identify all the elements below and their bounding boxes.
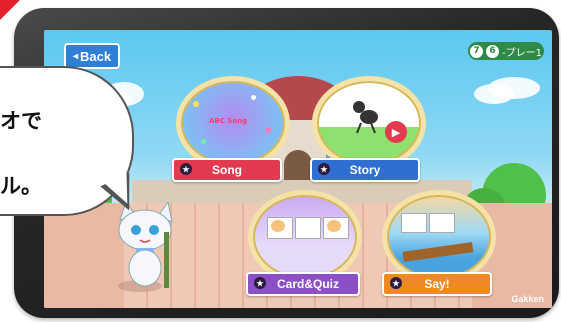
- story-thumbnail: ▶: [312, 76, 426, 170]
- ant-character-icon: [353, 101, 378, 134]
- page-indicator-suffix: -プレー1: [502, 47, 542, 59]
- unit-number: 7: [470, 44, 483, 58]
- page-indicator: 7 6 -プレー1: [468, 42, 544, 60]
- back-button-label: Back: [79, 48, 112, 64]
- say-thumbnail: [382, 190, 496, 284]
- card-quiz-button[interactable]: ★ Card&Quiz: [246, 272, 360, 296]
- song-thumbnail: ABC Song: [176, 76, 290, 170]
- card-quiz-label: Card&Quiz: [276, 277, 339, 291]
- lesson-number: 6: [486, 44, 499, 58]
- bubble-text-line1: オで: [0, 109, 42, 133]
- star-icon: ★: [180, 163, 192, 175]
- story-button[interactable]: ★ Story: [310, 158, 420, 182]
- play-icon: ▶: [385, 121, 407, 143]
- song-thumb-text: ABC Song: [209, 117, 248, 125]
- song-label: Song: [212, 163, 242, 177]
- song-button[interactable]: ★ Song: [172, 158, 282, 182]
- say-label: Say!: [424, 277, 450, 291]
- star-icon: ★: [254, 277, 266, 289]
- back-button[interactable]: ◂ Back: [64, 43, 120, 69]
- cat-mascot-icon: [118, 202, 173, 292]
- red-corner-marker: [0, 0, 20, 20]
- card-quiz-thumbnail: [248, 190, 362, 284]
- gakken-logo: Gakken: [511, 294, 544, 304]
- story-label: Story: [349, 163, 381, 177]
- star-icon: ★: [390, 277, 402, 289]
- say-button[interactable]: ★ Say!: [382, 272, 492, 296]
- star-icon: ★: [318, 163, 330, 175]
- bubble-text-line2: ル。: [0, 174, 42, 198]
- arrow-left-icon: ◂: [72, 50, 78, 62]
